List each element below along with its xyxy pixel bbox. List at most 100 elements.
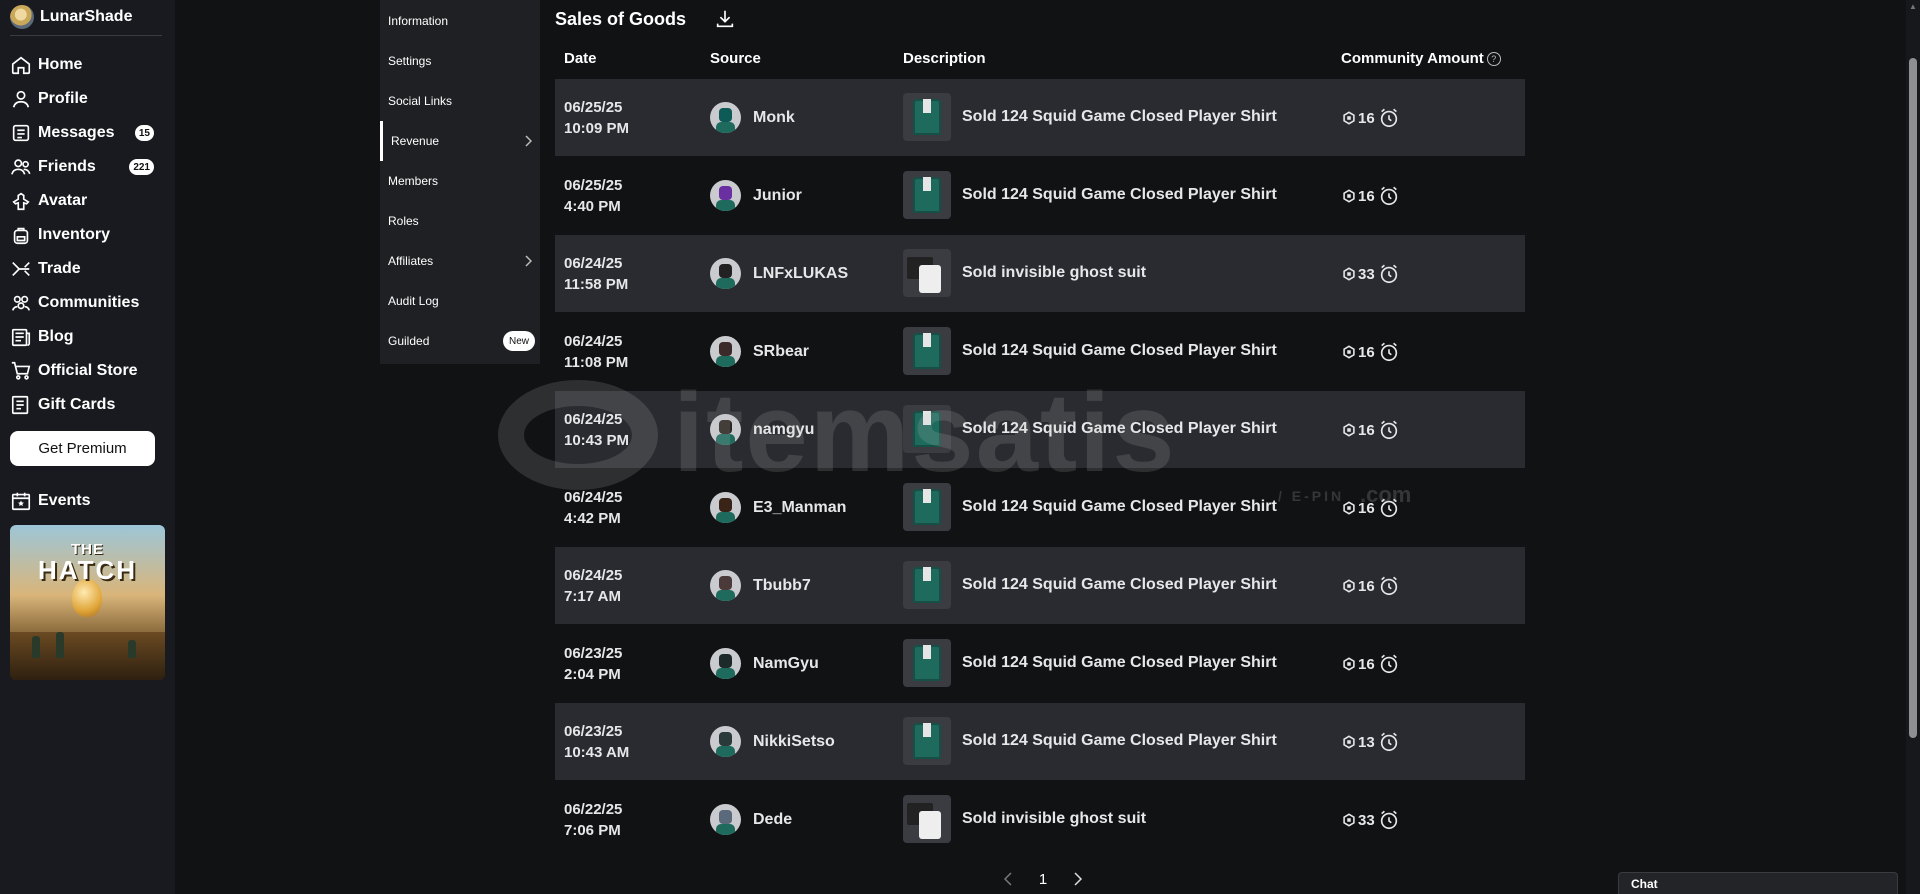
event-banner[interactable]: THE HATCH bbox=[10, 525, 165, 680]
download-icon[interactable] bbox=[714, 8, 736, 30]
nav-official-store[interactable]: Official Store bbox=[10, 358, 160, 384]
item-thumbnail[interactable] bbox=[903, 171, 951, 219]
menu-members[interactable]: Members bbox=[380, 161, 540, 201]
source-cell[interactable]: namgyu bbox=[710, 414, 814, 445]
source-cell[interactable]: E3_Manman bbox=[710, 492, 846, 523]
nav-messages[interactable]: Messages 15 bbox=[10, 120, 160, 146]
nav-profile[interactable]: Profile bbox=[10, 86, 160, 112]
nav-blog[interactable]: Blog bbox=[10, 324, 160, 350]
nav-events[interactable]: Events bbox=[10, 488, 160, 514]
description-cell: Sold 124 Squid Game Closed Player Shirt bbox=[903, 327, 1277, 375]
avatar[interactable] bbox=[710, 336, 741, 367]
nav-label: Avatar bbox=[38, 192, 88, 209]
pending-clock-icon bbox=[1380, 654, 1397, 674]
scrollbar-thumb[interactable] bbox=[1909, 58, 1917, 738]
avatar[interactable] bbox=[710, 180, 741, 211]
avatar[interactable] bbox=[710, 570, 741, 601]
avatar[interactable] bbox=[10, 5, 34, 29]
menu-guilded[interactable]: Guilded New bbox=[380, 321, 540, 361]
item-thumbnail[interactable] bbox=[903, 405, 951, 453]
amount-cell: 13 bbox=[1342, 731, 1400, 753]
source-name[interactable]: namgyu bbox=[753, 421, 814, 439]
menu-audit-log[interactable]: Audit Log bbox=[380, 281, 540, 321]
chat-panel[interactable]: Chat bbox=[1618, 872, 1898, 894]
username[interactable]: LunarShade bbox=[40, 8, 132, 26]
item-thumbnail[interactable] bbox=[903, 483, 951, 531]
menu-affiliates[interactable]: Affiliates bbox=[380, 241, 540, 281]
communities-icon bbox=[11, 295, 31, 311]
messages-count-badge: 15 bbox=[134, 125, 154, 141]
avatar[interactable] bbox=[710, 414, 741, 445]
source-name[interactable]: NamGyu bbox=[753, 655, 819, 673]
item-thumbnail[interactable] bbox=[903, 249, 951, 297]
nav-label: Messages bbox=[38, 124, 115, 141]
amount-cell: 16 bbox=[1342, 653, 1400, 675]
banner-title-line2: HATCH bbox=[37, 555, 138, 585]
sale-date: 06/25/25 10:09 PM bbox=[564, 97, 629, 139]
amount-value: 16 bbox=[1358, 343, 1375, 361]
menu-roles[interactable]: Roles bbox=[380, 201, 540, 241]
source-cell[interactable]: Monk bbox=[710, 102, 795, 133]
source-cell[interactable]: LNFxLUKAS bbox=[710, 258, 848, 289]
source-name[interactable]: LNFxLUKAS bbox=[753, 265, 848, 283]
source-name[interactable]: SRbear bbox=[753, 343, 809, 361]
item-thumbnail[interactable] bbox=[903, 327, 951, 375]
item-thumbnail[interactable] bbox=[903, 795, 951, 843]
robux-icon bbox=[1343, 657, 1355, 671]
column-header-source: Source bbox=[710, 50, 761, 67]
pending-clock-icon bbox=[1380, 420, 1397, 440]
user-header[interactable]: LunarShade bbox=[10, 4, 132, 30]
description-text: Sold 124 Squid Game Closed Player Shirt bbox=[962, 732, 1277, 749]
avatar[interactable] bbox=[710, 492, 741, 523]
pending-clock-icon bbox=[1380, 810, 1397, 830]
item-thumbnail[interactable] bbox=[903, 561, 951, 609]
nav-gift-cards[interactable]: Gift Cards bbox=[10, 392, 160, 418]
nav-trade[interactable]: Trade bbox=[10, 256, 160, 282]
source-name[interactable]: E3_Manman bbox=[753, 499, 846, 517]
chevron-right-icon[interactable] bbox=[1073, 872, 1083, 886]
avatar[interactable] bbox=[710, 804, 741, 835]
source-name[interactable]: Junior bbox=[753, 187, 802, 205]
robux-icon bbox=[1343, 267, 1355, 281]
source-cell[interactable]: NikkiSetso bbox=[710, 726, 835, 757]
scroll-up-icon[interactable]: ▲ bbox=[1909, 2, 1917, 11]
source-cell[interactable]: Dede bbox=[710, 804, 792, 835]
source-name[interactable]: NikkiSetso bbox=[753, 733, 835, 751]
item-thumbnail[interactable] bbox=[903, 93, 951, 141]
source-name[interactable]: Dede bbox=[753, 811, 792, 829]
source-cell[interactable]: Junior bbox=[710, 180, 802, 211]
avatar[interactable] bbox=[710, 258, 741, 289]
nav-friends[interactable]: Friends 221 bbox=[10, 154, 160, 180]
description-cell: Sold 124 Squid Game Closed Player Shirt bbox=[903, 93, 1277, 141]
amount-cell: 16 bbox=[1342, 107, 1400, 129]
avatar[interactable] bbox=[710, 726, 741, 757]
menu-social-links[interactable]: Social Links bbox=[380, 81, 540, 121]
item-thumbnail[interactable] bbox=[903, 717, 951, 765]
chevron-left-icon[interactable] bbox=[1003, 872, 1013, 886]
avatar[interactable] bbox=[710, 102, 741, 133]
nav-inventory[interactable]: Inventory bbox=[10, 222, 160, 248]
source-cell[interactable]: NamGyu bbox=[710, 648, 819, 679]
nav-home[interactable]: Home bbox=[10, 52, 160, 78]
source-cell[interactable]: Tbubb7 bbox=[710, 570, 811, 601]
nav-communities[interactable]: Communities bbox=[10, 290, 160, 316]
avatar[interactable] bbox=[710, 648, 741, 679]
date-value: 06/23/25 bbox=[564, 723, 623, 740]
source-cell[interactable]: SRbear bbox=[710, 336, 809, 367]
sale-date: 06/24/25 11:58 PM bbox=[564, 253, 628, 295]
source-name[interactable]: Monk bbox=[753, 109, 795, 127]
time-value: 11:08 PM bbox=[564, 354, 629, 371]
item-thumbnail[interactable] bbox=[903, 639, 951, 687]
menu-information[interactable]: Information bbox=[380, 1, 540, 41]
menu-settings[interactable]: Settings bbox=[380, 41, 540, 81]
table-row: 06/24/25 10:43 PM namgyu Sold 124 Squid Gam… bbox=[555, 391, 1525, 468]
menu-revenue[interactable]: Revenue bbox=[380, 121, 540, 161]
sale-date: 06/23/25 10:43 AM bbox=[564, 721, 629, 763]
get-premium-button[interactable]: Get Premium bbox=[10, 431, 155, 466]
nav-avatar[interactable]: Avatar bbox=[10, 188, 160, 214]
robux-icon bbox=[1343, 189, 1355, 203]
amount-cell: 16 bbox=[1342, 185, 1400, 207]
help-icon[interactable]: ? bbox=[1486, 52, 1501, 67]
table-row: 06/25/25 4:40 PM Junior Sold 124 Squid Game… bbox=[555, 157, 1525, 234]
source-name[interactable]: Tbubb7 bbox=[753, 577, 811, 595]
